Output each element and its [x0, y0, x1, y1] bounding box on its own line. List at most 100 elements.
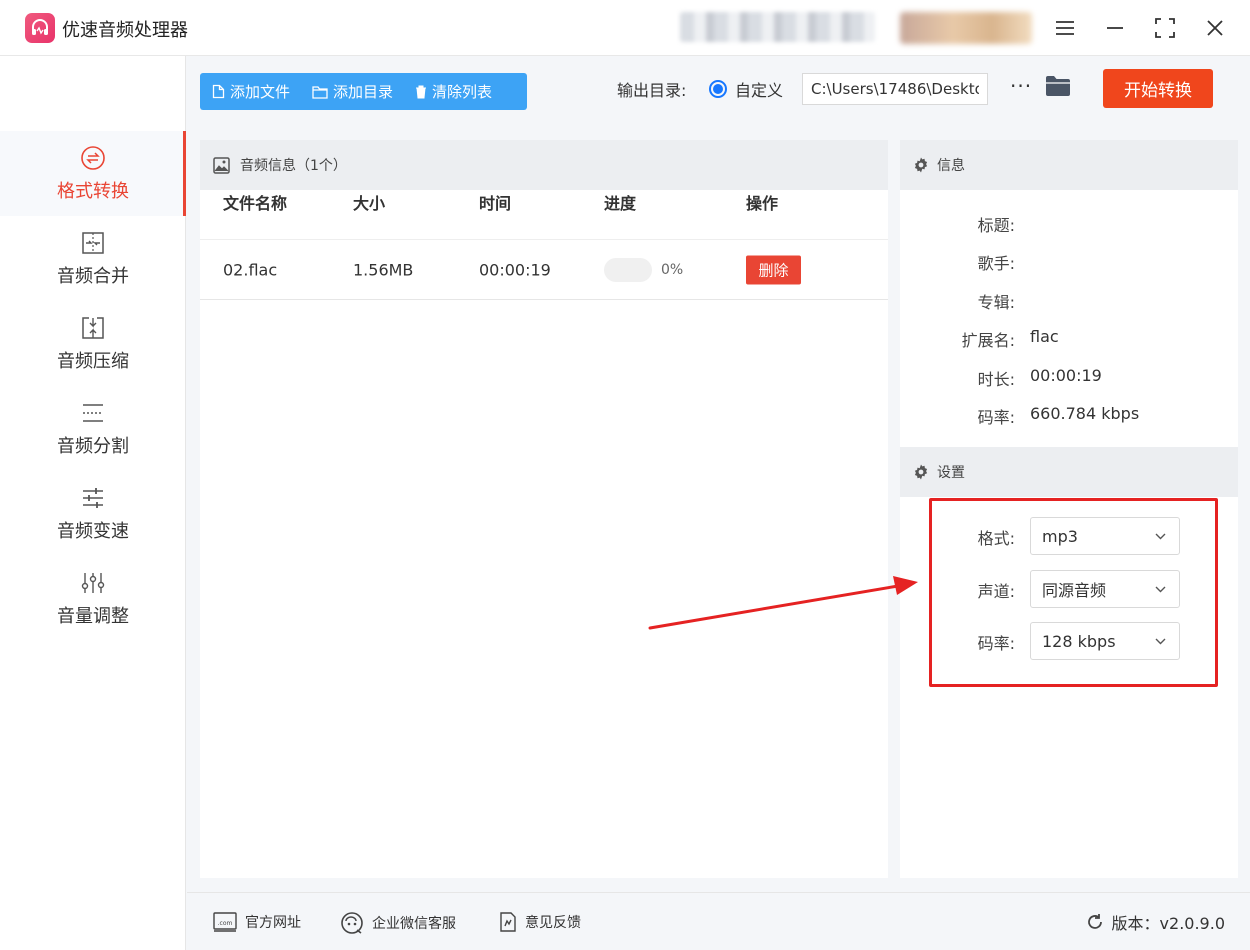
column-header-action: 操作 — [746, 194, 779, 213]
info-label: 歌手: — [977, 254, 1015, 273]
add-directory-button[interactable]: 添加目录 — [300, 73, 403, 110]
sidebar-item-format-convert[interactable]: 格式转换 — [0, 131, 186, 216]
file-time-cell: 00:00:19 — [479, 260, 551, 279]
settings-section-title: 设置 — [937, 465, 965, 481]
output-path-input[interactable] — [802, 73, 988, 105]
sidebar: 格式转换 音频合并 音频压缩 音频分割 音频变速 音量调整 — [0, 56, 186, 950]
info-label: 码率: — [977, 408, 1015, 427]
gear-icon — [914, 157, 928, 173]
format-label: 格式: — [977, 529, 1015, 548]
info-extension-row: 扩展名: flac — [900, 323, 1238, 353]
custom-radio[interactable] — [709, 80, 727, 98]
info-label: 标题: — [977, 216, 1015, 235]
info-value: flac — [1030, 327, 1059, 346]
table-row[interactable]: 02.flac 1.56MB 00:00:19 0% 删除 — [200, 240, 888, 300]
info-title-row: 标题: — [900, 208, 1238, 238]
volume-adjust-icon — [81, 572, 105, 593]
feedback-icon — [500, 912, 516, 932]
progress-bar — [604, 257, 652, 282]
file-icon — [212, 84, 225, 99]
format-convert-icon — [81, 145, 105, 170]
info-label: 时长: — [977, 370, 1015, 389]
wechat-service-link[interactable]: 企业微信客服 — [340, 912, 456, 934]
details-panel: 信息 标题: 歌手: 专辑: 扩展名: flac 时长: 00:00:19 码率… — [900, 140, 1238, 878]
website-icon: .com — [213, 912, 237, 932]
clear-list-label: 清除列表 — [432, 83, 493, 101]
bitrate-select[interactable]: 128 kbps — [1030, 622, 1180, 660]
refresh-icon[interactable] — [1086, 913, 1104, 931]
start-convert-button[interactable]: 开始转换 — [1103, 69, 1213, 108]
redacted-avatar — [900, 12, 1032, 44]
column-header-size: 大小 — [353, 194, 386, 213]
file-list-panel: 音频信息（1个） 文件名称 大小 时间 进度 操作 02.flac 1.56MB… — [200, 140, 888, 878]
trash-icon — [416, 85, 427, 98]
info-section-header: 信息 — [900, 140, 1238, 190]
chevron-down-icon — [1155, 586, 1166, 593]
sidebar-item-audio-compress[interactable]: 音频压缩 — [0, 301, 186, 386]
wechat-label: 企业微信客服 — [372, 916, 456, 932]
sidebar-item-audio-merge[interactable]: 音频合并 — [0, 216, 186, 301]
add-file-label: 添加文件 — [230, 83, 291, 101]
merge-icon — [82, 231, 104, 254]
add-file-button[interactable]: 添加文件 — [200, 73, 300, 110]
sidebar-item-volume-adjust[interactable]: 音量调整 — [0, 556, 186, 641]
file-list-title: 音频信息（1个） — [240, 158, 347, 174]
website-label: 官方网址 — [245, 915, 301, 931]
info-label: 扩展名: — [961, 331, 1015, 350]
speed-icon — [83, 487, 103, 508]
wechat-icon — [341, 912, 363, 934]
sidebar-item-label: 音频变速 — [57, 520, 129, 542]
channel-setting-row: 声道: 同源音频 — [900, 570, 1238, 610]
channel-label: 声道: — [977, 582, 1015, 601]
menu-icon[interactable] — [1049, 12, 1081, 44]
feedback-label: 意见反馈 — [525, 915, 581, 931]
minimize-icon[interactable] — [1099, 12, 1131, 44]
channel-select[interactable]: 同源音频 — [1030, 570, 1180, 608]
column-header-progress: 进度 — [604, 194, 637, 213]
info-section-title: 信息 — [937, 158, 965, 174]
chevron-down-icon — [1155, 638, 1166, 645]
sidebar-item-label: 音频压缩 — [57, 350, 129, 372]
sidebar-item-audio-speed[interactable]: 音频变速 — [0, 471, 186, 556]
file-size-cell: 1.56MB — [353, 260, 414, 279]
feedback-link[interactable]: 意见反馈 — [499, 912, 581, 932]
output-dir-label: 输出目录: — [617, 81, 687, 100]
image-icon — [213, 156, 230, 174]
info-value: 660.784 kbps — [1030, 404, 1140, 423]
sidebar-item-label: 格式转换 — [57, 180, 129, 202]
bitrate-value: 128 kbps — [1042, 631, 1116, 651]
folder-outline-icon — [312, 85, 328, 99]
custom-radio-label[interactable]: 自定义 — [735, 77, 783, 101]
settings-section-header: 设置 — [900, 447, 1238, 497]
info-value: 00:00:19 — [1030, 366, 1102, 385]
sidebar-item-audio-split[interactable]: 音频分割 — [0, 386, 186, 471]
format-select[interactable]: mp3 — [1030, 517, 1180, 555]
sidebar-item-label: 音频分割 — [57, 435, 129, 457]
sidebar-item-label: 音量调整 — [57, 605, 129, 627]
file-name-cell: 02.flac — [223, 260, 278, 279]
format-setting-row: 格式: mp3 — [900, 517, 1238, 557]
column-header-time: 时间 — [479, 194, 512, 213]
info-label: 专辑: — [977, 293, 1015, 312]
info-artist-row: 歌手: — [900, 246, 1238, 276]
app-title: 优速音频处理器 — [62, 20, 188, 41]
bitrate-label: 码率: — [977, 634, 1015, 653]
gear-icon — [914, 464, 928, 480]
maximize-icon[interactable] — [1149, 12, 1181, 44]
delete-button[interactable]: 删除 — [746, 255, 801, 284]
website-link[interactable]: .com 官方网址 — [213, 912, 301, 932]
info-bitrate-row: 码率: 660.784 kbps — [900, 400, 1238, 430]
file-list-header: 音频信息（1个） — [200, 140, 888, 190]
svg-text:.com: .com — [218, 920, 233, 927]
clear-list-button[interactable]: 清除列表 — [403, 73, 502, 110]
open-folder-icon[interactable] — [1045, 75, 1071, 101]
more-options-button[interactable]: ··· — [1010, 74, 1032, 98]
app-logo-icon — [25, 13, 55, 43]
compress-icon — [82, 316, 104, 339]
footer: .com 官方网址 企业微信客服 意见反馈 版本：v2.0.9.0 — [187, 892, 1250, 950]
file-actions-group: 添加文件 添加目录 清除列表 — [200, 73, 527, 110]
version-info: 版本：v2.0.9.0 — [1086, 910, 1225, 934]
info-duration-row: 时长: 00:00:19 — [900, 362, 1238, 392]
table-header: 文件名称 大小 时间 进度 操作 — [200, 190, 888, 240]
close-icon[interactable] — [1199, 12, 1231, 44]
